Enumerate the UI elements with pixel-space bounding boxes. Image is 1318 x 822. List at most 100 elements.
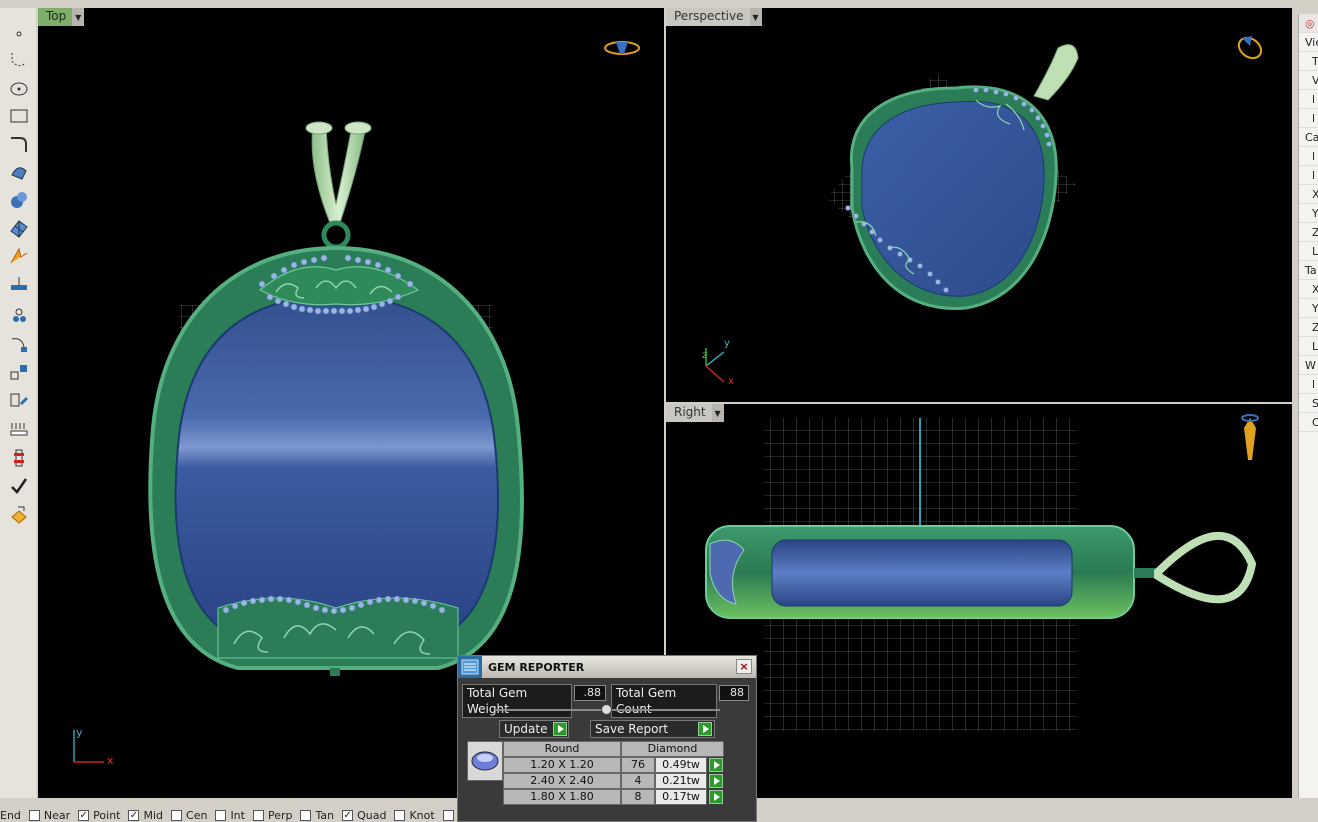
row-play-icon[interactable]	[709, 758, 723, 772]
gem-reporter-dialog: GEM REPORTER × Total Gem Weight .88 Tota…	[457, 655, 757, 822]
save-play-icon[interactable]	[698, 722, 712, 736]
solid-tool-icon[interactable]	[6, 188, 32, 212]
panel-row[interactable]: l	[1299, 375, 1318, 394]
tab-perspective-viewport[interactable]: Perspective ▼	[666, 8, 762, 26]
rhino-window: y x Top ▼ y z x Perspective ▼ Right ▼ ◎ …	[0, 0, 1318, 822]
perspective-viewport[interactable]: y z x Perspective ▼	[666, 8, 1292, 402]
panel-row[interactable]: C	[1299, 413, 1318, 432]
right-viewport[interactable]: Right ▼	[666, 404, 1292, 798]
panel-row[interactable]: L	[1299, 242, 1318, 261]
row-play-icon[interactable]	[709, 790, 723, 804]
panel-row[interactable]: S	[1299, 394, 1318, 413]
circle-tool-icon[interactable]	[6, 76, 32, 100]
gem-reporter-titlebar[interactable]: GEM REPORTER ×	[458, 656, 756, 678]
total-gem-weight-label: Total Gem Weight	[462, 684, 572, 718]
scale-tool-icon[interactable]	[6, 360, 32, 384]
prong-tool-icon[interactable]	[6, 446, 32, 470]
update-play-icon[interactable]	[553, 722, 567, 736]
curve-tool-icon[interactable]	[6, 48, 32, 72]
panel-row[interactable]: V	[1299, 71, 1318, 90]
panel-row: Vie	[1299, 33, 1318, 52]
osnap-perp[interactable]: Perp	[252, 809, 292, 822]
osnap-int[interactable]: Int	[215, 809, 245, 822]
rotate-tool-icon[interactable]	[6, 332, 32, 356]
fillet-tool-icon[interactable]	[6, 132, 32, 156]
gem-tool-icon[interactable]	[6, 502, 32, 526]
header-shape: Round	[503, 741, 621, 757]
axis-x-label: x	[107, 754, 114, 767]
tab-top-viewport[interactable]: Top ▼	[38, 8, 85, 26]
panel-row[interactable]: L	[1299, 337, 1318, 356]
checkbox[interactable]	[394, 809, 406, 821]
gem-count: 8	[621, 789, 655, 805]
checkbox[interactable]: ✓	[78, 809, 90, 821]
checkbox[interactable]	[252, 809, 264, 821]
gem-count: 76	[621, 757, 655, 773]
axis-z-label: z	[702, 350, 708, 361]
view-ring-icon	[604, 41, 640, 55]
checkbox[interactable]: ✓	[128, 809, 140, 821]
panel-row[interactable]: l	[1299, 147, 1318, 166]
dimension-tool-icon[interactable]	[6, 272, 32, 296]
close-icon[interactable]: ×	[736, 659, 752, 674]
panel-row[interactable]: X	[1299, 280, 1318, 299]
chevron-down-icon[interactable]: ▼	[711, 404, 724, 422]
row-play-icon[interactable]	[709, 774, 723, 788]
panel-row[interactable]: Y	[1299, 204, 1318, 223]
table-row[interactable]: 1.80 X 1.80 8 0.17tw	[503, 789, 752, 805]
gem-slider-thumb[interactable]	[601, 704, 612, 715]
panel-row[interactable]: l	[1299, 90, 1318, 109]
point-tool-icon[interactable]	[6, 20, 32, 44]
axis-indicator	[705, 348, 725, 383]
checkbox[interactable]	[215, 809, 227, 821]
side-bail	[1154, 532, 1257, 604]
gem-size: 1.20 X 1.20	[503, 757, 621, 773]
bail-tool-icon[interactable]	[6, 418, 32, 442]
panel-row[interactable]: T	[1299, 52, 1318, 71]
view-ring-icon	[1241, 414, 1259, 460]
osnap-knot[interactable]: Knot	[394, 809, 435, 822]
mesh-tool-icon[interactable]	[6, 216, 32, 240]
gem-weight: 0.49tw	[655, 757, 707, 773]
osnap-label: Int	[230, 808, 245, 822]
mirror-tool-icon[interactable]	[6, 388, 32, 412]
checkbox[interactable]	[300, 809, 312, 821]
osnap-near[interactable]: Near	[28, 809, 70, 822]
update-label: Update	[504, 722, 548, 736]
table-row[interactable]: 2.40 X 2.40 4 0.21tw	[503, 773, 752, 789]
panel-row[interactable]: Y	[1299, 299, 1318, 318]
panel-row[interactable]: X	[1299, 185, 1318, 204]
array-tool-icon[interactable]	[6, 304, 32, 328]
osnap-mid[interactable]: ✓ Mid	[128, 809, 163, 822]
checkbox[interactable]	[171, 809, 183, 821]
checkbox[interactable]: ✓	[342, 809, 354, 821]
panel-row: Ta	[1299, 261, 1318, 280]
check-tool-icon[interactable]	[6, 474, 32, 498]
panel-row[interactable]: Z	[1299, 318, 1318, 337]
panel-row[interactable]: Z	[1299, 223, 1318, 242]
checkbox[interactable]	[28, 809, 40, 821]
checkbox[interactable]	[442, 809, 454, 821]
gem-count: 4	[621, 773, 655, 789]
panel-row[interactable]: l	[1299, 109, 1318, 128]
perspective-bail	[1033, 44, 1079, 101]
osnap-cen[interactable]: Cen	[171, 809, 207, 822]
panel-row[interactable]: l	[1299, 166, 1318, 185]
properties-panel: ◎ Vie T V l l Ca l l X Y Z L Ta X Y Z L …	[1298, 14, 1318, 798]
table-row[interactable]: 1.20 X 1.20 76 0.49tw	[503, 757, 752, 773]
panel-color-icon[interactable]: ◎	[1299, 14, 1318, 33]
gem-weight: 0.17tw	[655, 789, 707, 805]
chevron-down-icon[interactable]: ▼	[749, 8, 762, 26]
rectangle-tool-icon[interactable]	[6, 104, 32, 128]
chevron-down-icon[interactable]: ▼	[72, 8, 85, 26]
total-gem-count-value: 88	[719, 685, 749, 701]
render-tool-icon[interactable]	[6, 244, 32, 268]
osnap-end[interactable]: End	[0, 809, 21, 822]
osnap-point[interactable]: ✓ Point	[78, 809, 120, 822]
osnap-tan[interactable]: Tan	[300, 809, 334, 822]
save-report-button[interactable]: Save Report	[590, 720, 715, 738]
header-material: Diamond	[621, 741, 724, 757]
osnap-quad[interactable]: ✓ Quad	[342, 809, 386, 822]
surface-tool-icon[interactable]	[6, 160, 32, 184]
tab-right-viewport[interactable]: Right ▼	[666, 404, 724, 422]
